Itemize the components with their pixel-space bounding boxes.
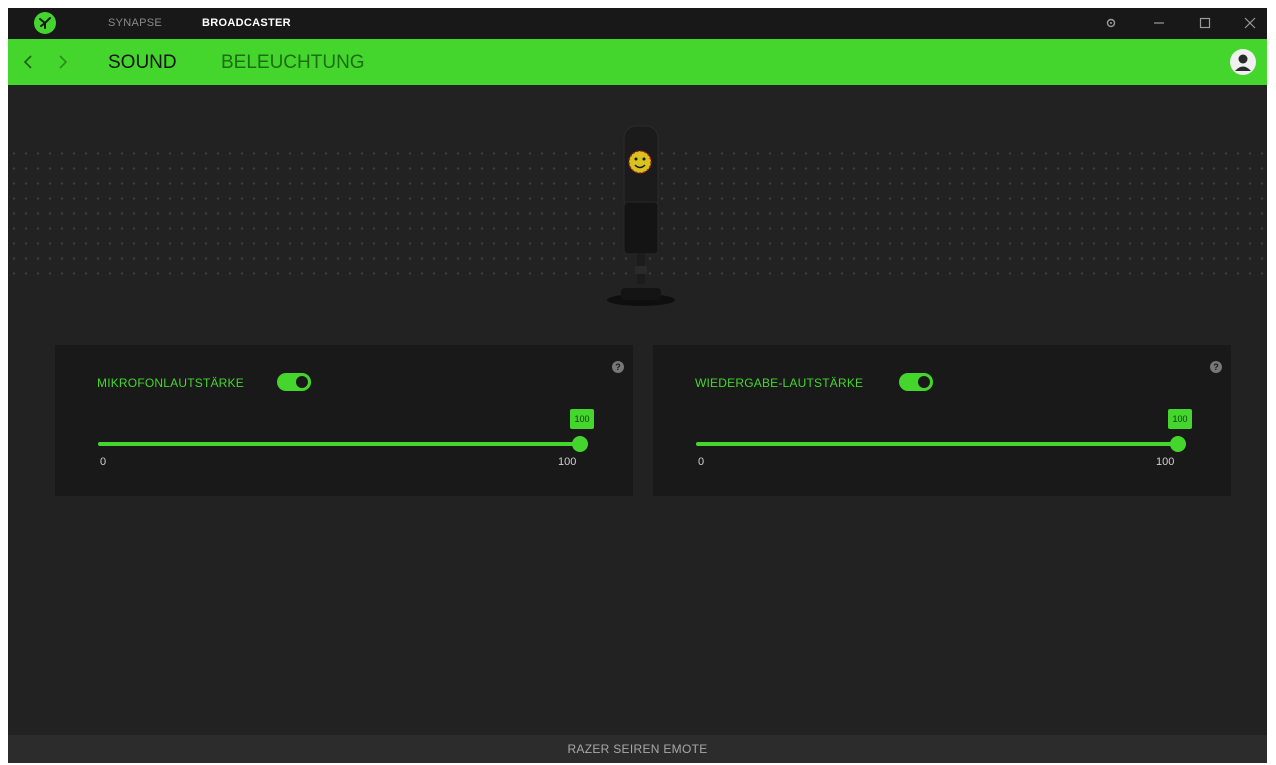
help-icon[interactable]: ?	[1210, 361, 1222, 373]
minimize-icon[interactable]	[1151, 15, 1167, 31]
forward-icon[interactable]	[55, 52, 71, 72]
slider-thumb[interactable]	[1170, 436, 1186, 452]
slider-value-badge: 100	[570, 409, 594, 429]
maximize-icon[interactable]	[1197, 15, 1213, 31]
app-window: SYNAPSE BROADCASTER SOUND BELEUCHTUNG ? …	[8, 8, 1267, 763]
tab-beleuchtung[interactable]: BELEUCHTUNG	[221, 52, 365, 74]
microphone-volume-slider[interactable]	[98, 436, 588, 452]
slider-max-label: 100	[558, 456, 577, 468]
slider-thumb[interactable]	[572, 436, 588, 452]
panel-label: WIEDERGABE-LAUTSTÄRKE	[695, 376, 864, 390]
back-icon[interactable]	[20, 52, 36, 72]
panel-microphone-volume: ? MIKROFONLAUTSTÄRKE 100 0 100	[55, 345, 633, 496]
user-avatar-icon[interactable]	[1230, 49, 1256, 75]
settings-icon[interactable]	[1103, 15, 1119, 31]
slider-min-label: 0	[100, 456, 107, 468]
panel-playback-volume: ? WIEDERGABE-LAUTSTÄRKE 100 0 100	[653, 345, 1231, 496]
tab-synapse[interactable]: SYNAPSE	[108, 17, 162, 29]
panel-label: MIKROFONLAUTSTÄRKE	[97, 376, 244, 390]
slider-max-label: 100	[1156, 456, 1175, 468]
slider-fill	[696, 442, 1178, 446]
slider-min-label: 0	[698, 456, 705, 468]
tab-sound[interactable]: SOUND	[108, 52, 177, 74]
razer-logo-icon	[34, 12, 56, 34]
device-header: SOUND BELEUCHTUNG	[8, 39, 1267, 85]
playback-volume-slider[interactable]	[696, 436, 1186, 452]
playback-volume-toggle[interactable]	[899, 373, 933, 391]
slider-value-badge: 100	[1168, 409, 1192, 429]
tab-broadcaster[interactable]: BROADCASTER	[202, 17, 291, 29]
device-name: RAZER SEIREN EMOTE	[567, 742, 708, 756]
microphone-volume-toggle[interactable]	[277, 373, 311, 391]
slider-fill	[98, 442, 580, 446]
device-footer: RAZER SEIREN EMOTE	[8, 735, 1267, 763]
help-icon[interactable]: ?	[612, 361, 624, 373]
title-bar: SYNAPSE BROADCASTER	[8, 8, 1267, 39]
close-icon[interactable]	[1242, 15, 1258, 31]
microphone-image	[593, 116, 693, 316]
